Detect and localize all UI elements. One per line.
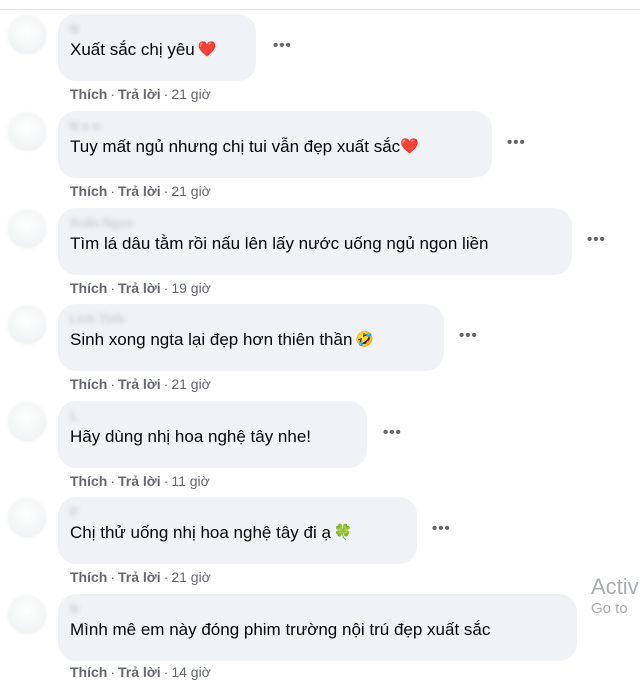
reply-button[interactable]: Trả lời [118, 183, 161, 199]
top-divider [0, 0, 640, 10]
comment-text-body: Chị thử uống nhị hoa nghệ tây đi ạ [70, 523, 331, 542]
like-button[interactable]: Thích [70, 664, 107, 680]
more-options-icon[interactable]: ••• [459, 328, 478, 343]
like-button[interactable]: Thích [70, 473, 107, 489]
separator-dot: · [163, 664, 169, 680]
separator-dot: · [110, 86, 116, 102]
comment-actions: Thích · Trả lời · 19 giờ [70, 280, 211, 296]
comment-author[interactable]: N [70, 22, 244, 36]
comment-author[interactable]: P [70, 505, 405, 519]
avatar[interactable] [8, 403, 46, 441]
avatar[interactable] [8, 113, 46, 151]
comment-actions: Thích · Trả lời · 21 giờ [70, 86, 211, 102]
comment-text: Xuất sắc chị yêu ❤️ [70, 38, 244, 62]
separator-dot: · [163, 376, 169, 392]
comment-text-body: Sinh xong ngta lại đẹp hơn thiên thần [70, 330, 353, 349]
like-button[interactable]: Thích [70, 569, 107, 585]
comment-text: Sinh xong ngta lại đẹp hơn thiên thần 🤣 [70, 328, 432, 352]
comment-time[interactable]: 14 giờ [171, 664, 211, 680]
avatar[interactable] [8, 16, 46, 54]
more-options-icon[interactable]: ••• [383, 425, 402, 440]
separator-dot: · [110, 376, 116, 392]
comment-text-body: Hãy dùng nhị hoa nghệ tây nhe! [70, 427, 312, 446]
comment-actions: Thích · Trả lời · 14 giờ [70, 664, 211, 680]
reply-button[interactable]: Trả lời [118, 664, 161, 680]
red-heart-icon: ❤️ [400, 138, 419, 155]
separator-dot: · [163, 473, 169, 489]
comment-time[interactable]: 21 giờ [171, 569, 211, 585]
more-options-icon[interactable]: ••• [587, 232, 606, 247]
comment-author[interactable]: N n n [70, 119, 480, 133]
separator-dot: · [163, 183, 169, 199]
separator-dot: · [110, 569, 116, 585]
red-heart-icon: ❤️ [197, 41, 217, 58]
comment-actions: Thích · Trả lời · 21 giờ [70, 183, 211, 199]
comment-bubble: L Hãy dùng nhị hoa nghệ tây nhe! [58, 401, 367, 468]
comment-text-body: Tuy mất ngủ nhưng chị tui vẫn đẹp xuất s… [70, 137, 401, 156]
separator-dot: · [163, 569, 169, 585]
like-button[interactable]: Thích [70, 86, 107, 102]
avatar[interactable] [8, 499, 46, 537]
activation-title: Activ [591, 574, 639, 599]
avatar[interactable] [8, 596, 46, 634]
comment-bubble: N Xuất sắc chị yêu ❤️ [58, 14, 256, 81]
comment-bubble: Xuân Ngọc Tìm lá dâu tằm rồi nấu lên lấy… [58, 208, 572, 275]
comment-text-body: Mình mê em này đóng phim trường nội trú … [70, 620, 491, 639]
more-options-icon[interactable]: ••• [273, 38, 292, 53]
reply-button[interactable]: Trả lời [118, 569, 161, 585]
reply-button[interactable]: Trả lời [118, 280, 161, 296]
comment-actions: Thích · Trả lời · 21 giờ [70, 569, 211, 585]
comment-text: Mình mê em này đóng phim trường nội trú … [70, 618, 565, 642]
separator-dot: · [110, 280, 116, 296]
more-options-icon[interactable]: ••• [507, 135, 526, 150]
comment-bubble: N n n Tuy mất ngủ nhưng chị tui vẫn đẹp … [58, 111, 492, 178]
comment-text-body: Xuất sắc chị yêu [70, 40, 195, 59]
comment-author[interactable]: Xuân Ngọc [70, 216, 560, 230]
comment-bubble: P Chị thử uống nhị hoa nghệ tây đi ạ 🍀 [58, 497, 417, 564]
comment-time[interactable]: 21 giờ [171, 86, 211, 102]
like-button[interactable]: Thích [70, 183, 107, 199]
reply-button[interactable]: Trả lời [118, 473, 161, 489]
comment-text: Hãy dùng nhị hoa nghệ tây nhe! [70, 425, 355, 449]
comment-time[interactable]: 19 giờ [171, 280, 211, 296]
comment-actions: Thích · Trả lời · 11 giờ [70, 473, 210, 489]
separator-dot: · [110, 664, 116, 680]
comment-text: Tuy mất ngủ nhưng chị tui vẫn đẹp xuất s… [70, 135, 480, 159]
comment-bubble: N Mình mê em này đóng phim trường nội tr… [58, 594, 577, 661]
comment-text: Chị thử uống nhị hoa nghệ tây đi ạ 🍀 [70, 521, 405, 545]
comment-time[interactable]: 21 giờ [171, 376, 211, 392]
rolling-laughing-face-icon: 🤣 [355, 331, 375, 348]
comment-time[interactable]: 11 giờ [171, 473, 210, 489]
comment-actions: Thích · Trả lời · 21 giờ [70, 376, 211, 392]
separator-dot: · [110, 473, 116, 489]
avatar[interactable] [8, 306, 46, 344]
comment-author[interactable]: N [70, 602, 565, 616]
comment-author[interactable]: L [70, 409, 355, 423]
reply-button[interactable]: Trả lời [118, 376, 161, 392]
comment-time[interactable]: 21 giờ [171, 183, 211, 199]
like-button[interactable]: Thích [70, 376, 107, 392]
more-options-icon[interactable]: ••• [432, 521, 451, 536]
activation-subtitle: Go to [591, 600, 628, 617]
activation-watermark: Activ Go to [591, 574, 639, 618]
four-leaf-clover-icon: 🍀 [333, 524, 353, 541]
like-button[interactable]: Thích [70, 280, 107, 296]
reply-button[interactable]: Trả lời [118, 86, 161, 102]
comment-text-body: Tìm lá dâu tằm rồi nấu lên lấy nước uống… [70, 234, 489, 253]
comment-author[interactable]: Linh Tịnh [70, 312, 432, 326]
separator-dot: · [163, 280, 169, 296]
separator-dot: · [163, 86, 169, 102]
comment-text: Tìm lá dâu tằm rồi nấu lên lấy nước uống… [70, 232, 560, 256]
avatar[interactable] [8, 210, 46, 248]
separator-dot: · [110, 183, 116, 199]
comment-bubble: Linh Tịnh Sinh xong ngta lại đẹp hơn thi… [58, 304, 444, 371]
